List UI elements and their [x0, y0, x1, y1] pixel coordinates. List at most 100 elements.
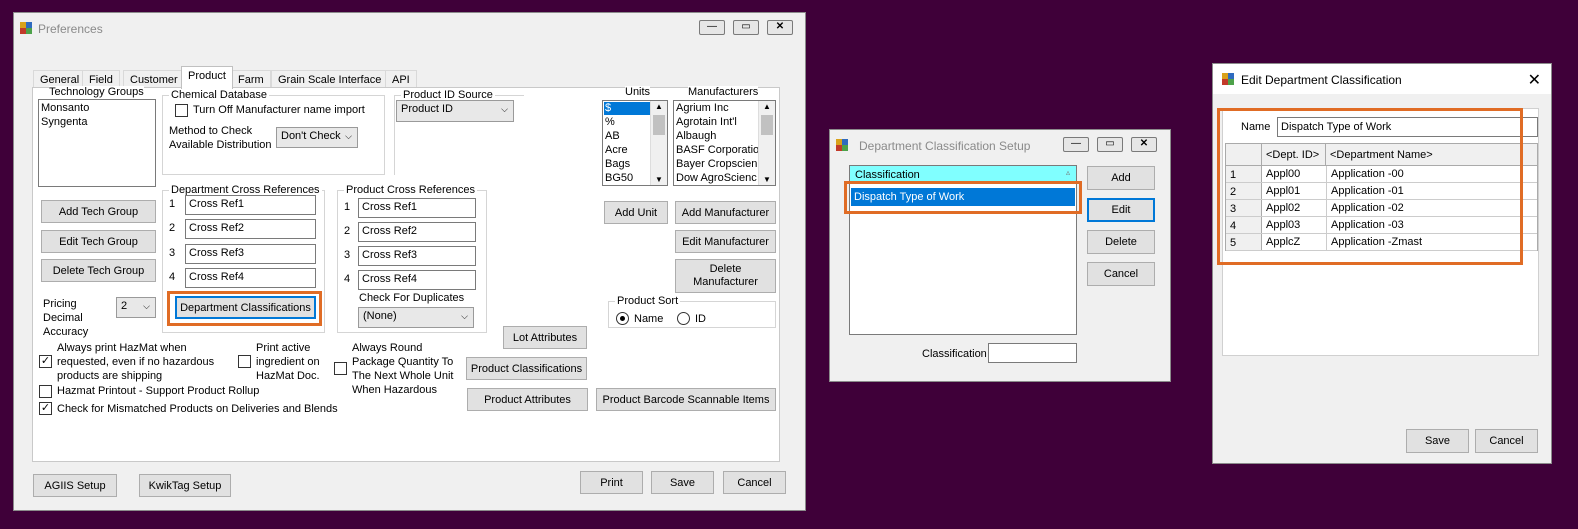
manufacturers-list[interactable]: Agrium Inc Agrotain Int'l Albaugh BASF C… [673, 100, 776, 186]
prod-xref-num: 3 [344, 249, 351, 261]
sort-by-id-radio[interactable] [677, 312, 690, 325]
dept-xref-4-input[interactable]: Cross Ref4 [185, 268, 316, 288]
prod-xref-4-input[interactable]: Cross Ref4 [358, 270, 476, 290]
pricing-decimal-select[interactable]: 2 ⌵ [116, 297, 156, 318]
tab-grain-scale-interface[interactable]: Grain Scale Interface [271, 70, 389, 88]
add-manufacturer-button[interactable]: Add Manufacturer [675, 201, 776, 224]
scroll-thumb[interactable] [761, 115, 773, 135]
hazmat-checkbox[interactable]: ✓ [39, 355, 52, 368]
window-title: Preferences [38, 22, 103, 36]
dept-xref-3-input[interactable]: Cross Ref3 [185, 244, 316, 264]
scroll-thumb[interactable] [653, 115, 665, 135]
tab-product[interactable]: Product [181, 66, 233, 89]
delete-manufacturer-button[interactable]: Delete Manufacturer [675, 259, 776, 293]
list-item[interactable]: Bayer Cropscien [676, 158, 757, 170]
list-item[interactable]: Bags [605, 158, 630, 170]
highlight-box [1217, 108, 1523, 265]
list-item[interactable]: $ [605, 102, 611, 114]
chevron-down-icon: ⌵ [345, 131, 352, 141]
edit-tech-group-button[interactable]: Edit Tech Group [41, 230, 156, 253]
dept-xref-num: 1 [169, 198, 176, 210]
list-item[interactable]: Agrotain Int'l [676, 116, 737, 128]
close-button[interactable]: ✕ [767, 20, 793, 35]
mismatched-products-checkbox[interactable]: ✓ [39, 402, 52, 415]
app-icon [1222, 73, 1235, 86]
close-icon[interactable]: ✕ [1528, 70, 1541, 90]
close-button[interactable]: ✕ [1131, 137, 1157, 152]
agiis-setup-button[interactable]: AGIIS Setup [33, 474, 117, 497]
units-label: Units [625, 86, 651, 98]
hazmat-rollup-checkbox[interactable] [39, 385, 52, 398]
units-scrollbar[interactable]: ▲ ▼ [650, 101, 667, 185]
list-item[interactable]: AB [605, 130, 620, 142]
dept-xref-num: 3 [169, 247, 176, 259]
scroll-up-icon[interactable]: ▲ [763, 102, 771, 111]
edit-button[interactable]: Edit [1087, 198, 1155, 222]
scroll-down-icon[interactable]: ▼ [763, 175, 771, 184]
units-list[interactable]: $ % AB Acre Bags BG50 ▲ ▼ [602, 100, 668, 186]
prod-xref-3-input[interactable]: Cross Ref3 [358, 246, 476, 266]
pricing-decimal-value: 2 [121, 300, 128, 312]
minimize-button[interactable]: — [699, 20, 725, 35]
manufacturers-label: Manufacturers [688, 86, 759, 98]
dept-xref-1-input[interactable]: Cross Ref1 [185, 195, 316, 215]
add-button[interactable]: Add [1087, 166, 1155, 190]
scroll-up-icon[interactable]: ▲ [655, 102, 663, 111]
dept-xref-2-input[interactable]: Cross Ref2 [185, 219, 316, 239]
list-item[interactable]: Acre [605, 144, 628, 156]
dept-xref-num: 2 [169, 222, 176, 234]
method-check-select[interactable]: Don't Check ⌵ [276, 127, 358, 148]
print-button[interactable]: Print [580, 471, 643, 494]
kwiktag-setup-button[interactable]: KwikTag Setup [139, 474, 231, 497]
tab-api[interactable]: API [385, 70, 417, 88]
check-duplicates-value: (None) [363, 310, 397, 322]
prod-xref-2-input[interactable]: Cross Ref2 [358, 222, 476, 242]
round-package-label: Always Round Package Quantity To The Nex… [352, 342, 454, 396]
list-item[interactable]: BASF Corporatio [676, 144, 759, 156]
highlight-box [167, 291, 322, 326]
title-bar: Preferences — ▭ ✕ [14, 13, 805, 43]
maximize-button[interactable]: ▭ [1097, 137, 1123, 152]
product-attributes-button[interactable]: Product Attributes [467, 388, 588, 411]
add-tech-group-button[interactable]: Add Tech Group [41, 200, 156, 223]
sort-by-name-radio[interactable] [616, 312, 629, 325]
scroll-down-icon[interactable]: ▼ [655, 175, 663, 184]
cancel-button[interactable]: Cancel [1087, 262, 1155, 286]
minimize-button[interactable]: — [1063, 137, 1089, 152]
tech-groups-list[interactable]: Monsanto Syngenta [38, 99, 156, 187]
delete-tech-group-button[interactable]: Delete Tech Group [41, 259, 156, 282]
list-item[interactable]: BG50 [605, 172, 633, 184]
check-duplicates-select[interactable]: (None) ⌵ [358, 307, 474, 328]
cancel-button[interactable]: Cancel [1475, 429, 1538, 453]
list-item[interactable]: Dow AgroScienc [676, 172, 757, 184]
product-barcode-scannable-items-button[interactable]: Product Barcode Scannable Items [596, 388, 776, 411]
add-unit-button[interactable]: Add Unit [604, 201, 668, 224]
tab-farm[interactable]: Farm [231, 70, 271, 88]
product-classifications-button[interactable]: Product Classifications [466, 357, 587, 380]
edit-manufacturer-button[interactable]: Edit Manufacturer [675, 230, 776, 253]
round-package-checkbox[interactable] [334, 362, 347, 375]
pricing-decimal-label: Pricing Decimal Accuracy [43, 298, 89, 338]
save-button[interactable]: Save [1406, 429, 1469, 453]
print-active-ingredient-checkbox[interactable] [238, 355, 251, 368]
mismatched-products-label: Check for Mismatched Products on Deliver… [57, 403, 338, 415]
maximize-button[interactable]: ▭ [733, 20, 759, 35]
list-item[interactable]: Agrium Inc [676, 102, 729, 114]
delete-button[interactable]: Delete [1087, 230, 1155, 254]
product-id-source-select[interactable]: Product ID ⌵ [396, 100, 514, 122]
list-item[interactable]: Syngenta [41, 116, 87, 128]
lot-attributes-button[interactable]: Lot Attributes [503, 326, 587, 349]
classification-input[interactable] [988, 343, 1077, 363]
chevron-down-icon: ⌵ [461, 311, 468, 321]
list-item[interactable]: % [605, 116, 615, 128]
hazmat-label: Always print HazMat when requested, even… [57, 342, 215, 382]
list-item[interactable]: Monsanto [41, 102, 89, 114]
hazmat-rollup-label: Hazmat Printout - Support Product Rollup [57, 385, 260, 397]
prod-xref-num: 2 [344, 225, 351, 237]
prod-xref-1-input[interactable]: Cross Ref1 [358, 198, 476, 218]
cancel-button[interactable]: Cancel [723, 471, 786, 494]
save-button[interactable]: Save [651, 471, 714, 494]
turn-off-manufacturer-checkbox[interactable] [175, 104, 188, 117]
manufacturers-scrollbar[interactable]: ▲ ▼ [758, 101, 775, 185]
list-item[interactable]: Albaugh [676, 130, 716, 142]
